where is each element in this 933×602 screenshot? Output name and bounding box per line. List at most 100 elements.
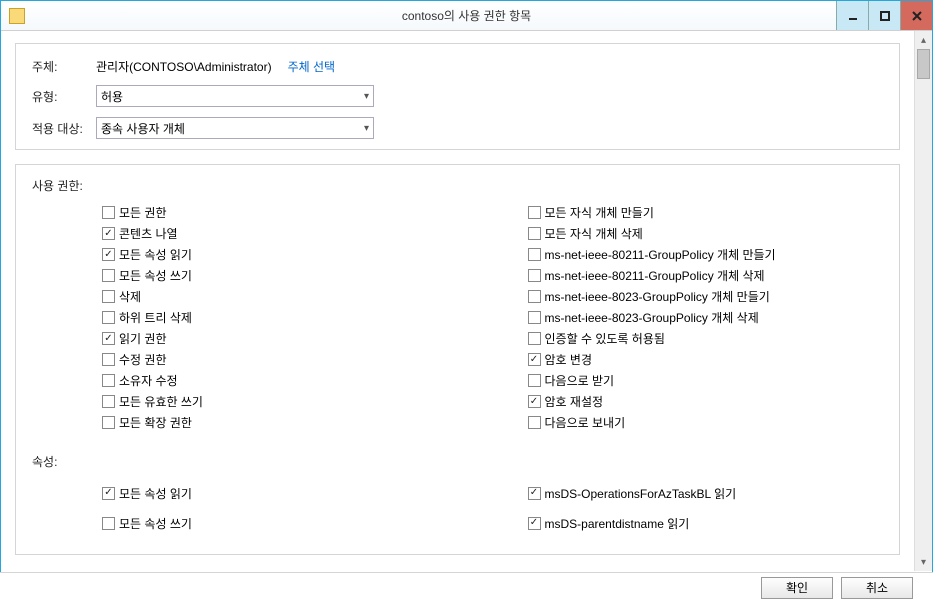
checkbox[interactable] — [102, 311, 115, 324]
permission-label: 콘텐츠 나열 — [119, 225, 178, 242]
permission-item: 모든 유효한 쓰기 — [32, 391, 458, 412]
window-controls — [836, 1, 932, 30]
permission-label: 삭제 — [119, 288, 141, 305]
checkbox[interactable] — [102, 227, 115, 240]
checkbox[interactable] — [528, 269, 541, 282]
permission-item: 모든 속성 쓰기 — [32, 265, 458, 286]
permission-label: 모든 자식 개체 삭제 — [545, 225, 643, 242]
permission-label: 하위 트리 삭제 — [119, 309, 192, 326]
type-select-value: 허용 — [101, 88, 123, 105]
permission-label: 모든 자식 개체 만들기 — [545, 204, 654, 221]
permission-item: msDS-OperationsForAzTaskBL 읽기 — [458, 478, 884, 508]
vertical-scrollbar[interactable]: ▴ ▾ — [914, 31, 932, 571]
permission-item: ms-net-ieee-8023-GroupPolicy 개체 만들기 — [458, 286, 884, 307]
permission-item: 소유자 수정 — [32, 370, 458, 391]
permission-label: 모든 유효한 쓰기 — [119, 393, 203, 410]
permission-label: 모든 속성 쓰기 — [119, 267, 192, 284]
permission-label: 모든 속성 쓰기 — [119, 515, 192, 532]
titlebar: contoso의 사용 권한 항목 — [1, 1, 932, 31]
principal-value: 관리자(CONTOSO\Administrator) — [96, 58, 272, 75]
permission-label: 수정 권한 — [119, 351, 167, 368]
checkbox[interactable] — [528, 517, 541, 530]
permission-label: 모든 권한 — [119, 204, 167, 221]
permission-label: 읽기 권한 — [119, 330, 167, 347]
permission-label: 모든 속성 읽기 — [119, 485, 192, 502]
permission-item: 모든 속성 쓰기 — [32, 508, 458, 538]
checkbox[interactable] — [528, 227, 541, 240]
select-principal-link[interactable]: 주체 선택 — [288, 58, 336, 75]
checkbox[interactable] — [102, 517, 115, 530]
checkbox[interactable] — [528, 206, 541, 219]
permission-label: msDS-parentdistname 읽기 — [545, 515, 690, 532]
permission-item: 암호 변경 — [458, 349, 884, 370]
checkbox[interactable] — [528, 353, 541, 366]
checkbox[interactable] — [528, 248, 541, 261]
checkbox[interactable] — [102, 332, 115, 345]
permission-label: ms-net-ieee-80211-GroupPolicy 개체 삭제 — [545, 267, 765, 284]
maximize-button[interactable] — [868, 1, 900, 30]
minimize-button[interactable] — [836, 1, 868, 30]
window-title: contoso의 사용 권한 항목 — [1, 7, 932, 24]
permission-label: 모든 속성 읽기 — [119, 246, 192, 263]
cancel-button[interactable]: 취소 — [841, 577, 913, 599]
close-button[interactable] — [900, 1, 932, 30]
permission-label: 소유자 수정 — [119, 372, 178, 389]
permission-label: 암호 변경 — [545, 351, 593, 368]
permission-item: 모든 속성 읽기 — [32, 478, 458, 508]
window-icon — [9, 8, 25, 24]
permission-item: msDS-parentdistname 읽기 — [458, 508, 884, 538]
applies-select[interactable]: 종속 사용자 개체 ▾ — [96, 117, 374, 139]
close-icon — [912, 11, 922, 21]
checkbox[interactable] — [102, 353, 115, 366]
checkbox[interactable] — [102, 248, 115, 261]
checkbox[interactable] — [102, 290, 115, 303]
permission-item: 모든 자식 개체 삭제 — [458, 223, 884, 244]
checkbox[interactable] — [102, 487, 115, 500]
permission-item: 읽기 권한 — [32, 328, 458, 349]
scroll-up-icon[interactable]: ▴ — [915, 31, 932, 49]
chevron-down-icon: ▾ — [364, 91, 369, 102]
checkbox[interactable] — [102, 374, 115, 387]
ok-button[interactable]: 확인 — [761, 577, 833, 599]
permission-label: ms-net-ieee-80211-GroupPolicy 개체 만들기 — [545, 246, 776, 263]
permission-item: 모든 자식 개체 만들기 — [458, 202, 884, 223]
permission-label: 다음으로 보내기 — [545, 414, 626, 431]
permission-item: 수정 권한 — [32, 349, 458, 370]
scroll-down-icon[interactable]: ▾ — [915, 553, 932, 571]
type-select[interactable]: 허용 ▾ — [96, 85, 374, 107]
checkbox[interactable] — [528, 290, 541, 303]
chevron-down-icon: ▾ — [364, 123, 369, 134]
checkbox[interactable] — [528, 395, 541, 408]
permission-item: 인증할 수 있도록 허용됨 — [458, 328, 884, 349]
permission-label: 인증할 수 있도록 허용됨 — [545, 330, 665, 347]
permission-item: 모든 확장 권한 — [32, 412, 458, 433]
permissions-panel: 사용 권한: 모든 권한콘텐츠 나열모든 속성 읽기모든 속성 쓰기삭제하위 트… — [15, 164, 900, 555]
checkbox[interactable] — [528, 374, 541, 387]
scroll-thumb[interactable] — [917, 49, 930, 79]
type-label: 유형: — [32, 88, 96, 105]
maximize-icon — [880, 11, 890, 21]
permission-item: ms-net-ieee-80211-GroupPolicy 개체 삭제 — [458, 265, 884, 286]
permission-item: ms-net-ieee-80211-GroupPolicy 개체 만들기 — [458, 244, 884, 265]
checkbox[interactable] — [102, 206, 115, 219]
permission-item: 모든 권한 — [32, 202, 458, 223]
checkbox[interactable] — [528, 416, 541, 429]
permissions-section-label: 사용 권한: — [32, 177, 883, 194]
principal-panel: 주체: 관리자(CONTOSO\Administrator) 주체 선택 유형:… — [15, 43, 900, 150]
permission-item: 삭제 — [32, 286, 458, 307]
permission-item: 콘텐츠 나열 — [32, 223, 458, 244]
principal-label: 주체: — [32, 58, 96, 75]
checkbox[interactable] — [528, 487, 541, 500]
checkbox[interactable] — [102, 416, 115, 429]
permission-label: 암호 재설정 — [545, 393, 604, 410]
permission-item: ms-net-ieee-8023-GroupPolicy 개체 삭제 — [458, 307, 884, 328]
permission-label: msDS-OperationsForAzTaskBL 읽기 — [545, 485, 737, 502]
checkbox[interactable] — [528, 332, 541, 345]
checkbox[interactable] — [102, 395, 115, 408]
permission-label: 다음으로 받기 — [545, 372, 615, 389]
checkbox[interactable] — [528, 311, 541, 324]
permission-item: 모든 속성 읽기 — [32, 244, 458, 265]
properties-section-label: 속성: — [32, 453, 883, 470]
permission-item: 다음으로 보내기 — [458, 412, 884, 433]
checkbox[interactable] — [102, 269, 115, 282]
